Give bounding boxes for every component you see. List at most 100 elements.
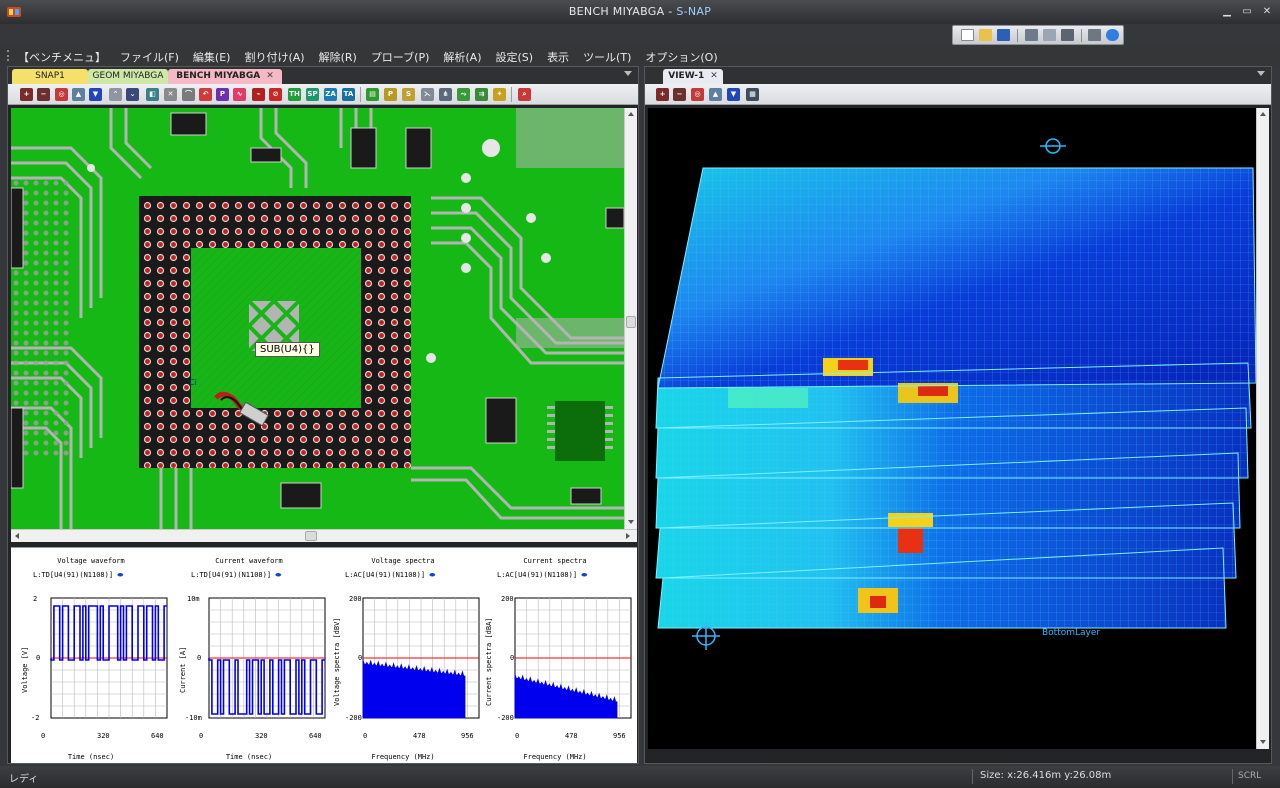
copper-area xyxy=(516,318,624,348)
highlight-icon[interactable]: ✦ xyxy=(493,88,506,101)
menu-analysis[interactable]: 解析(A) xyxy=(443,49,481,65)
pan-down-icon[interactable]: ▼ xyxy=(89,88,102,101)
scroll-right-icon[interactable] xyxy=(626,533,630,539)
graph-icon[interactable]: ⌒ xyxy=(182,88,195,101)
app-name: S-NAP xyxy=(676,5,712,18)
port-icon[interactable]: P xyxy=(216,88,229,101)
source-icon[interactable]: ⌁ xyxy=(252,88,265,101)
zoom-out-icon[interactable]: − xyxy=(37,88,50,101)
menu-view[interactable]: 表示 xyxy=(547,49,569,65)
pan-up-icon[interactable]: ▲ xyxy=(709,88,722,101)
chart-3d-icon[interactable]: ▦ xyxy=(746,88,759,101)
title-bar: BENCH MIYABGA - S-NAP ▁ ▭ ✕ xyxy=(0,0,1280,24)
close-button[interactable]: ✕ xyxy=(1260,6,1274,18)
menu-grip[interactable] xyxy=(7,50,9,61)
s-layer-icon[interactable]: S xyxy=(402,88,415,101)
zoom-fit-icon[interactable]: ◎ xyxy=(55,88,68,101)
print-icon[interactable] xyxy=(1088,29,1101,41)
right-toolbar: + − ◎ ▲ ▼ ▦ xyxy=(645,84,1271,105)
measure-icon[interactable]: ✕ xyxy=(164,88,177,101)
route-icon[interactable]: ⋋ xyxy=(421,88,434,101)
scroll-down-icon[interactable] xyxy=(628,520,634,524)
toolbar-separator xyxy=(1017,29,1018,42)
report-icon[interactable]: ⌕ xyxy=(518,88,531,101)
x-tick-mid: 320 xyxy=(255,732,268,740)
layer-up-icon[interactable]: ⌃ xyxy=(109,88,122,101)
menu-file[interactable]: ファイル(F) xyxy=(120,49,179,65)
menu-probe[interactable]: プローブ(P) xyxy=(371,49,430,65)
window-title-separator: - xyxy=(664,5,677,18)
copy-icon[interactable] xyxy=(1043,29,1056,41)
menu-release[interactable]: 解除(R) xyxy=(319,49,357,65)
probe-icon[interactable]: ↶ xyxy=(199,88,212,101)
tab-view-1[interactable]: VIEW-1 ✕ xyxy=(663,69,723,84)
menu-edit[interactable]: 編集(E) xyxy=(193,49,231,65)
menu-options[interactable]: オプション(O) xyxy=(645,49,717,65)
delete-icon[interactable]: ⊘ xyxy=(269,88,282,101)
status-board-size: Size: x:26.416m y:26.08m xyxy=(980,770,1112,781)
vertical-scroll-thumb[interactable] xyxy=(626,316,636,328)
scroll-up-icon[interactable] xyxy=(628,112,634,116)
scroll-up-icon[interactable] xyxy=(1260,112,1266,116)
open-folder-icon[interactable] xyxy=(979,29,992,41)
restore-button[interactable]: ▭ xyxy=(1240,6,1254,18)
tab-close-icon[interactable]: ✕ xyxy=(710,71,718,81)
zoom-fit-icon[interactable]: ◎ xyxy=(691,88,704,101)
cut-icon[interactable] xyxy=(1025,29,1038,41)
plot-area[interactable] xyxy=(171,548,327,764)
tab-bench-miyabga[interactable]: BENCH MIYABGA ✕ xyxy=(168,69,282,84)
plot-xlabel: Time (nsec) xyxy=(225,753,273,761)
pcb-layout-canvas[interactable]: Ci SUB(U4){} xyxy=(11,108,624,529)
tab-list-dropdown-icon[interactable] xyxy=(1257,71,1265,76)
paste-icon[interactable] xyxy=(1061,29,1074,41)
new-file-icon[interactable] xyxy=(961,29,974,41)
x-tick-end: 956 xyxy=(461,732,474,740)
pan-down-icon[interactable]: ▼ xyxy=(727,88,740,101)
top-layer-grid xyxy=(658,168,1256,388)
tab-geom-miyabga[interactable]: GEOM MIYABGA xyxy=(88,69,168,84)
zoom-out-icon[interactable]: − xyxy=(673,88,686,101)
p-layer-icon[interactable]: P xyxy=(384,88,397,101)
menu-settings[interactable]: 設定(S) xyxy=(495,49,533,65)
bottom-layer-label: BottomLayer xyxy=(1042,628,1101,638)
net-label: Ci xyxy=(189,378,197,387)
scroll-left-icon[interactable] xyxy=(15,533,19,539)
pan-up-icon[interactable]: ▲ xyxy=(72,88,85,101)
3d-vertical-scrollbar[interactable] xyxy=(1256,108,1269,749)
td-analysis-icon[interactable]: TH xyxy=(288,88,301,101)
net-filter-icon[interactable]: ⇉ xyxy=(475,88,488,101)
pcb-vertical-scrollbar[interactable] xyxy=(624,108,637,529)
pcb-horizontal-scrollbar[interactable] xyxy=(11,529,637,542)
save-icon[interactable] xyxy=(997,29,1010,41)
menu-assign[interactable]: 割り付け(A) xyxy=(244,49,304,65)
qfp-package[interactable] xyxy=(555,401,605,461)
scroll-down-icon[interactable] xyxy=(1260,740,1266,744)
horizontal-scroll-thumb[interactable] xyxy=(305,531,317,541)
3d-view-canvas[interactable]: BottomLayer xyxy=(648,108,1256,749)
net-icon[interactable]: ⤳ xyxy=(457,88,470,101)
zoom-in-icon[interactable]: + xyxy=(20,88,33,101)
wave-icon[interactable]: ∿ xyxy=(233,88,246,101)
tab-list-dropdown-icon[interactable] xyxy=(624,71,632,76)
tab-close-icon[interactable]: ✕ xyxy=(266,71,274,81)
tab-snap1[interactable]: SNAP1 xyxy=(12,69,88,84)
menu-tools[interactable]: ツール(T) xyxy=(583,49,631,65)
layer-view-icon[interactable]: ◧ xyxy=(146,88,159,101)
x-tick-mid: 478 xyxy=(565,732,578,740)
help-icon[interactable] xyxy=(1106,29,1119,41)
za-analysis-icon[interactable]: ZA xyxy=(324,88,337,101)
split-icon[interactable]: ⋔ xyxy=(439,88,452,101)
plot-area[interactable] xyxy=(325,548,481,764)
y-tick-top: 2 xyxy=(33,595,38,603)
plot-area[interactable] xyxy=(477,548,633,764)
menu-bar: 【ベンチメニュ】 ファイル(F) 編集(E) 割り付け(A) 解除(R) プロー… xyxy=(0,46,1280,66)
layer-down-icon[interactable]: ⌄ xyxy=(126,88,139,101)
minimize-button[interactable]: ▁ xyxy=(1220,6,1234,18)
board-icon[interactable]: ▤ xyxy=(366,88,379,101)
menu-bench[interactable]: 【ベンチメニュ】 xyxy=(18,49,106,65)
right-tab-strip: VIEW-1 ✕ xyxy=(645,67,1271,84)
zoom-in-icon[interactable]: + xyxy=(656,88,669,101)
ta-analysis-icon[interactable]: TA xyxy=(342,88,355,101)
sp-analysis-icon[interactable]: SP xyxy=(306,88,319,101)
y-tick-mid: 0 xyxy=(510,654,515,662)
